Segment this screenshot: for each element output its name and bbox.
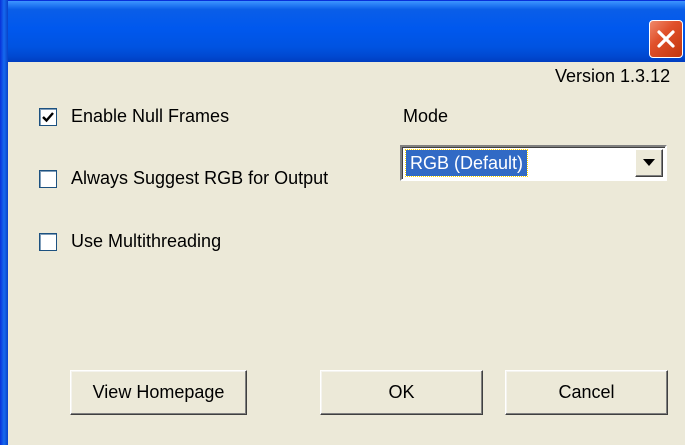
view-homepage-button[interactable]: View Homepage [70, 370, 247, 415]
dialog-window: Version 1.3.12 Enable Null Frames Always… [0, 0, 685, 445]
always-suggest-rgb-checkbox[interactable] [39, 169, 57, 188]
mode-label: Mode [403, 106, 449, 126]
close-button[interactable] [649, 20, 683, 58]
use-multithreading-option[interactable]: Use Multithreading [39, 231, 221, 252]
checkmark-icon [42, 111, 54, 122]
always-suggest-rgb-label: Always Suggest RGB for Output [71, 168, 329, 188]
cancel-button[interactable]: Cancel [505, 370, 668, 415]
close-x-icon [657, 30, 675, 48]
use-multithreading-checkbox[interactable] [39, 232, 57, 251]
use-multithreading-label: Use Multithreading [71, 231, 222, 251]
enable-null-frames-checkbox[interactable] [39, 107, 57, 126]
ok-button[interactable]: OK [320, 370, 483, 415]
dropdown-arrow-button[interactable] [635, 149, 663, 177]
always-suggest-rgb-option[interactable]: Always Suggest RGB for Output [39, 168, 328, 189]
mode-selected-value: RGB (Default) [404, 149, 529, 177]
window-left-frame [0, 0, 8, 445]
enable-null-frames-option[interactable]: Enable Null Frames [39, 106, 229, 127]
chevron-down-icon [643, 159, 655, 166]
mode-dropdown[interactable]: RGB (Default) [400, 145, 667, 181]
version-label: Version 1.3.12 [555, 66, 671, 86]
title-bar[interactable] [0, 0, 685, 62]
enable-null-frames-label: Enable Null Frames [71, 106, 230, 126]
